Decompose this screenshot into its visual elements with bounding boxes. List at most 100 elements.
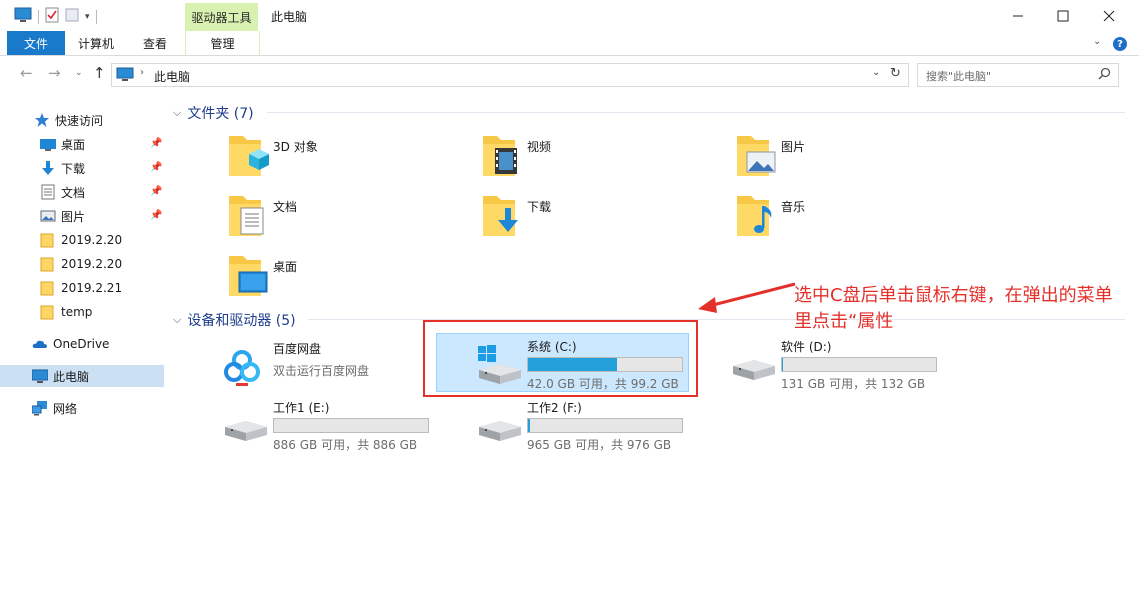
pictures-folder-icon [737, 136, 776, 176]
drive-usage-bar [273, 418, 429, 433]
folder-icon [40, 304, 56, 320]
music-folder-icon [737, 196, 772, 236]
nav-item-quick-access[interactable]: 快速访问 [0, 109, 164, 131]
nav-item-documents[interactable]: 文档 📌 [0, 181, 164, 203]
drive-name: 工作1 (E:) [273, 401, 330, 415]
close-button[interactable] [1086, 0, 1132, 31]
chevron-down-icon: ⌵ [173, 106, 182, 119]
folder-desktop[interactable]: 桌面 [227, 250, 477, 306]
document-icon [40, 184, 56, 200]
drive-space-info: 886 GB 可用，共 886 GB [273, 438, 418, 452]
nav-item-desktop[interactable]: 桌面 📌 [0, 133, 164, 155]
address-bar[interactable]: › 此电脑 ⌄ ↻ [111, 63, 909, 87]
documents-folder-icon [229, 196, 264, 236]
drive-name: 工作2 (F:) [527, 401, 582, 415]
annotation-arrow-icon [698, 282, 796, 313]
nav-item-pictures[interactable]: 图片 📌 [0, 205, 164, 227]
navigation-pane: 快速访问 桌面 📌 下载 📌 文档 📌 图片 📌 2019.2.20 2019.… [0, 96, 165, 595]
download-icon [40, 160, 56, 176]
quick-access-toolbar: ▾ [14, 7, 97, 26]
search-icon[interactable] [1098, 67, 1111, 83]
address-dropdown-icon[interactable]: ⌄ [872, 67, 880, 78]
computer-icon [31, 368, 49, 384]
3d-objects-folder-icon [229, 136, 269, 176]
folder-documents[interactable]: 文档 [227, 190, 477, 246]
maximize-button[interactable] [1040, 0, 1086, 31]
breadcrumb[interactable]: 此电脑 [154, 68, 190, 85]
folder-icon [40, 280, 56, 296]
forward-button[interactable]: → [48, 64, 61, 82]
star-icon [34, 112, 50, 128]
nav-item-folder-2019-2-21[interactable]: 2019.2.21 [0, 277, 164, 299]
device-subtitle: 双击运行百度网盘 [273, 364, 370, 378]
nav-item-network[interactable]: 网络 [0, 397, 164, 419]
group-title-folders: 文件夹 (7) [187, 106, 254, 122]
group-divider [267, 112, 1125, 113]
pin-icon[interactable]: 📌 [150, 138, 162, 149]
customize-toolbar-icon[interactable]: ▾ [85, 12, 90, 22]
window-title: 此电脑 [271, 10, 308, 24]
tab-manage[interactable]: 管理 [185, 31, 260, 55]
annotation-highlight-box [423, 320, 698, 397]
hard-drive-icon [733, 360, 775, 380]
folder-icon [40, 232, 56, 248]
folder-music[interactable]: 音乐 [735, 190, 985, 246]
drive-d[interactable]: 软件 (D:) 131 GB 可用，共 132 GB [730, 336, 995, 394]
pin-icon[interactable]: 📌 [150, 162, 162, 173]
drive-space-info: 131 GB 可用，共 132 GB [781, 377, 926, 391]
folder-pictures[interactable]: 图片 [735, 130, 985, 186]
device-name: 百度网盘 [273, 342, 322, 356]
tab-view[interactable]: 查看 [143, 35, 167, 52]
nav-item-folder-2019-2-20[interactable]: 2019.2.20 [0, 253, 164, 275]
refresh-icon[interactable]: ↻ [890, 66, 901, 81]
help-icon[interactable]: ? [1113, 37, 1127, 51]
drive-f[interactable]: 工作2 (F:) 965 GB 可用，共 976 GB [476, 397, 741, 455]
computer-icon [14, 7, 32, 26]
annotation-text: 选中C盘后单击鼠标右键，在弹出的菜单里点击“属性 [794, 285, 1113, 332]
folder-3d-objects[interactable]: 3D 对象 [227, 130, 477, 186]
ribbon-expand-icon[interactable]: ⌄ [1093, 36, 1101, 47]
recent-locations-icon[interactable]: ⌄ [75, 68, 83, 78]
chevron-down-icon: ⌵ [173, 313, 182, 326]
back-button[interactable]: ← [20, 64, 33, 82]
drive-usage-bar [781, 357, 937, 372]
folder-downloads[interactable]: 下载 [481, 190, 731, 246]
nav-item-this-pc[interactable]: 此电脑 [0, 365, 164, 387]
downloads-folder-icon [483, 196, 518, 236]
folder-videos[interactable]: 视频 [481, 130, 731, 186]
group-header-folders[interactable]: ⌵ 文件夹 (7) [173, 103, 254, 123]
desktop-folder-icon [229, 256, 268, 296]
minimize-button[interactable] [995, 0, 1041, 31]
hard-drive-icon [225, 421, 267, 441]
new-folder-icon[interactable] [65, 7, 79, 26]
drive-usage-bar [527, 418, 683, 433]
desktop-icon [40, 136, 56, 152]
pin-icon[interactable]: 📌 [150, 186, 162, 197]
tab-computer[interactable]: 计算机 [78, 35, 114, 52]
group-header-devices[interactable]: ⌵ 设备和驱动器 (5) [173, 310, 296, 330]
drive-space-info: 965 GB 可用，共 976 GB [527, 438, 672, 452]
nav-item-folder-2019-2-20[interactable]: 2019.2.20 [0, 229, 164, 251]
tab-file[interactable]: 文件 [7, 31, 65, 55]
up-button[interactable]: ↑ [93, 64, 106, 82]
drive-usage-fill [782, 358, 784, 371]
nav-item-folder-temp[interactable]: temp [0, 301, 164, 323]
ribbon-tabs: 文件 计算机 查看 管理 ⌄ ? [0, 31, 1139, 56]
drive-usage-fill [528, 419, 530, 432]
cloud-icon [32, 336, 48, 352]
videos-folder-icon [483, 136, 517, 176]
minimize-icon [1013, 15, 1023, 16]
search-input[interactable]: 搜索"此电脑" [917, 63, 1119, 87]
folder-icon [40, 256, 56, 272]
drive-tools-context-label: 驱动器工具 [185, 3, 258, 32]
nav-item-onedrive[interactable]: OneDrive [0, 333, 164, 355]
properties-icon[interactable] [45, 7, 59, 26]
drive-e[interactable]: 工作1 (E:) 886 GB 可用，共 886 GB [222, 397, 487, 455]
pin-icon[interactable]: 📌 [150, 210, 162, 221]
maximize-icon [1057, 10, 1069, 21]
hard-drive-icon [479, 421, 521, 441]
nav-item-downloads[interactable]: 下载 📌 [0, 157, 164, 179]
picture-icon [40, 208, 56, 224]
group-title-devices: 设备和驱动器 (5) [187, 313, 296, 329]
breadcrumb-chevron-icon: › [140, 67, 144, 78]
